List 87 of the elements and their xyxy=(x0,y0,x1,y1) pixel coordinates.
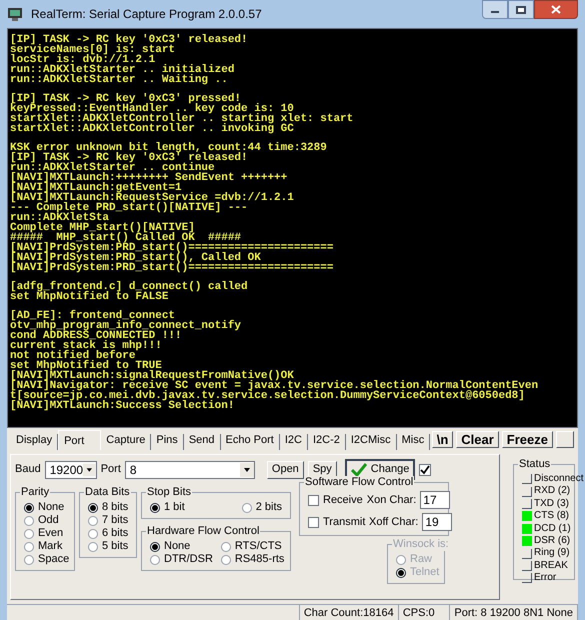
status-text: CPS:0 xyxy=(398,605,450,620)
tab[interactable]: Misc xyxy=(396,434,430,450)
char-field[interactable]: 17 xyxy=(420,491,450,509)
group-title: Winsock is: xyxy=(392,538,450,551)
toolbar-button[interactable]: Clear xyxy=(456,431,499,448)
tab[interactable]: I2C-2 xyxy=(308,434,346,450)
tab[interactable]: Pins xyxy=(151,434,184,450)
status-label: DCD (1) xyxy=(534,522,571,536)
terminal-line: [IP] TASK -> RC key '0xC3' released! xyxy=(10,153,248,163)
tab[interactable]: I2CMisc xyxy=(346,434,397,450)
terminal-line: set MhpNotified to FALSE xyxy=(10,292,168,302)
terminal-line: keyPressed::EventHandler .. key code is: 10 xyxy=(10,104,294,114)
terminal-line: Complete MHP_start()[NATIVE] xyxy=(10,223,195,233)
radio-button[interactable]: RS485-rts xyxy=(220,553,284,566)
radio-button[interactable]: None xyxy=(150,540,213,553)
char-label: Xoff Char: xyxy=(369,514,418,530)
status-label: TXD (3) xyxy=(534,498,569,510)
terminal-line: cond ADDRESS_CONNECTED !!! xyxy=(10,331,182,341)
terminal-line: [NAVI]PrdSystem:PRD_start()====================== xyxy=(10,263,334,273)
terminal-line: run::ADKXletSta xyxy=(10,213,110,223)
radio-button[interactable]: Mark xyxy=(24,540,66,553)
terminal-line: set MhpNotified to TRUE xyxy=(10,361,162,371)
radio-button[interactable]: DTR/DSR xyxy=(150,553,213,566)
terminal-line: locStr is: dvb://1.2.1 xyxy=(10,55,156,65)
terminal-line: t[source=jp.co.mei.dvb.javax.tv.service.selection.DummyServiceContext@6050ed8] xyxy=(10,391,525,401)
status-text: Port: 8 19200 8N1 None xyxy=(450,605,578,620)
radio-button[interactable]: 2 bits xyxy=(242,501,282,514)
terminal-line: run::ADKXletStarter .. Waiting .. xyxy=(10,75,228,85)
terminal-line: [NAVI]MXTLaunch:RequestService =dvb://1.2.1 xyxy=(10,193,294,203)
radio-button[interactable]: 8 bits xyxy=(88,501,128,514)
status-label: CTS (8) xyxy=(534,510,569,523)
tab[interactable]: Send xyxy=(184,434,221,450)
terminal-line: not notified before xyxy=(10,351,136,361)
terminal-line: startXlet::ADKXletController .. starting xlet: start xyxy=(10,114,354,124)
char-label: Xon Char: xyxy=(366,492,416,508)
port-label: Port xyxy=(100,462,121,478)
radio-button[interactable]: Odd xyxy=(24,514,66,527)
terminal-line: [NAVI]MXTLaunch:getEvent=1 xyxy=(10,183,182,193)
radio-button[interactable]: 7 bits xyxy=(88,514,128,527)
toolbar-button[interactable]: Freeze xyxy=(502,431,553,448)
status-label: Error xyxy=(534,572,556,585)
status-text: Char Count:18164 xyxy=(300,605,399,620)
checkbox-label: Transmit xyxy=(323,514,365,530)
radio-button[interactable]: Even xyxy=(24,527,66,540)
terminal-line: KSK error unknown bit length, count:44 time:3289 xyxy=(10,143,327,153)
radio-button[interactable]: RTS/CTS xyxy=(220,540,284,553)
radio-button[interactable]: 1 bit xyxy=(150,501,185,514)
radio-button[interactable]: 5 bits xyxy=(88,540,128,553)
radio-button[interactable]: 6 bits xyxy=(88,527,128,540)
terminal-line: [adfg_frontend.c] d_connect() called xyxy=(10,282,248,292)
baud-dropdown[interactable]: 19200 xyxy=(44,460,97,478)
baud-label: Baud xyxy=(15,462,41,478)
group-title: Parity xyxy=(20,486,50,499)
tab[interactable]: I2C xyxy=(280,434,308,450)
tab[interactable]: Echo Port xyxy=(220,434,280,450)
terminal-line: [IP] TASK -> RC key '0xC3' pressed! xyxy=(10,94,242,104)
port-dropdown[interactable]: 8 xyxy=(124,460,255,478)
terminal-line: run::ADKXletStarter .. continue xyxy=(10,163,215,173)
status-label: RXD (2) xyxy=(534,485,570,498)
terminal-line: [NAVI]PrdSystem:PRD_start(), Called OK xyxy=(10,253,261,263)
open-button[interactable]: Open xyxy=(266,460,304,478)
terminal-line: current stack is mhp!!! xyxy=(10,341,162,351)
terminal-line: run::ADKXletStarter .. initialized xyxy=(10,65,234,75)
status-label: DSR (6) xyxy=(534,535,570,548)
terminal-line: [NAVI]MXTLaunch:Success Selection! xyxy=(10,401,234,411)
terminal-line: --- Complete PRD_start()[NATIVE] --- xyxy=(10,203,248,213)
char-field[interactable]: 19 xyxy=(422,513,452,531)
terminal-line: serviceNames[0] is: start xyxy=(10,45,176,55)
terminal-line: [AD_FE]: frontend_connect xyxy=(10,311,176,321)
window-title: RealTerm: Serial Capture Program 2.0.0.57 xyxy=(31,6,262,23)
terminal-line: [NAVI]PrdSystem:PRD_start()====================== xyxy=(10,243,334,253)
terminal-line: [NAVI]MXTLaunch:signalRequestFromNative()OK xyxy=(10,371,294,381)
terminal-line: [NAVI]Navigator: receive SC event = javax.tv.service.selection.NormalContentEven xyxy=(10,381,538,391)
terminal-line: ##### MHP_start() Called OK ##### xyxy=(10,233,242,243)
tab[interactable]: Capture xyxy=(101,434,152,450)
status-label: Disconnect xyxy=(534,473,584,486)
radio-button[interactable]: None xyxy=(24,501,66,514)
status-label: BREAK xyxy=(534,560,568,572)
terminal-line: [NAVI]MXTLaunch:++++++++ SendEvent +++++++ xyxy=(10,173,288,183)
group-title: Stop Bits xyxy=(146,486,192,499)
toolbar-button[interactable]: \n xyxy=(432,431,454,448)
status-label: Ring (9) xyxy=(534,547,570,560)
checkbox-label: Receive xyxy=(323,492,363,508)
tab[interactable]: Port xyxy=(58,430,102,450)
terminal-line: otv_mhp_program_info_connect_notify xyxy=(10,321,242,331)
terminal-line: startXlet::ADKXletController .. invoking GC xyxy=(10,124,294,134)
terminal-line: [IP] TASK -> RC key '0xC3' released! xyxy=(10,35,248,45)
